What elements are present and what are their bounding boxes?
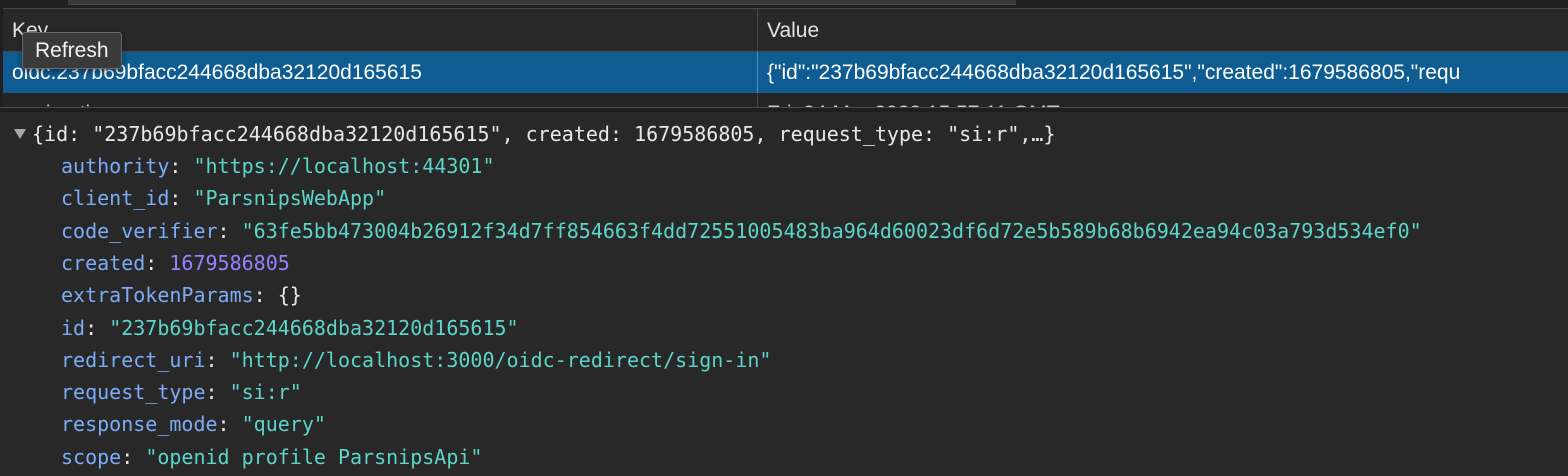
storage-table: Key Value oidc.237b69bfacc244668dba32120… xyxy=(0,8,1568,108)
row-value-cell[interactable]: Fri, 24 Mar 2023 15:57:11 GMT xyxy=(757,94,1568,108)
property-colon: : xyxy=(205,380,230,405)
toolbar-strip xyxy=(0,0,1568,8)
property-line[interactable]: authority: "https://localhost:44301" xyxy=(61,154,495,178)
property-value: "openid profile ParsnipsApi" xyxy=(145,444,483,469)
property-colon: : xyxy=(205,347,230,372)
property-line[interactable]: response_mode: "query" xyxy=(61,412,326,436)
property-line[interactable]: scope: "openid profile ParsnipsApi" xyxy=(61,445,482,469)
table-row-selected[interactable]: oidc.237b69bfacc244668dba32120d165615 {"… xyxy=(3,52,1568,93)
property-value: "ParsnipsWebApp" xyxy=(193,186,387,211)
property-key: response_mode xyxy=(61,412,218,437)
property-value: "query" xyxy=(241,412,326,437)
filter-input[interactable] xyxy=(68,0,1016,5)
object-summary-text: {id: "237b69bfacc244668dba32120d165615",… xyxy=(32,122,1056,146)
property-value: "237b69bfacc244668dba32120d165615" xyxy=(109,315,519,340)
property-key: extraTokenParams xyxy=(61,283,254,308)
property-value: {} xyxy=(277,283,302,308)
refresh-tooltip: Refresh xyxy=(22,32,122,69)
object-summary[interactable]: {id: "237b69bfacc244668dba32120d165615",… xyxy=(14,122,1056,146)
property-line[interactable]: extraTokenParams: {} xyxy=(61,283,302,307)
property-key: request_type xyxy=(61,380,206,405)
property-colon: : xyxy=(121,444,146,469)
property-value: "https://localhost:44301" xyxy=(193,154,495,178)
property-key: scope xyxy=(61,444,122,469)
property-value: "http://localhost:3000/oidc-redirect/sig… xyxy=(229,347,772,372)
expand-triangle-icon[interactable] xyxy=(14,128,26,139)
row-key-cell[interactable]: expiry_time xyxy=(3,94,757,108)
property-key: code_verifier xyxy=(61,218,218,243)
property-value: "si:r" xyxy=(229,380,302,405)
property-value: "63fe5bb473004b26912f34d7ff854663f4dd725… xyxy=(241,218,1422,243)
property-colon: : xyxy=(145,250,170,275)
property-colon: : xyxy=(217,412,242,437)
property-key: client_id xyxy=(61,186,170,211)
property-line[interactable]: id: "237b69bfacc244668dba32120d165615" xyxy=(61,316,519,340)
property-key: redirect_uri xyxy=(61,347,206,372)
property-colon: : xyxy=(169,186,194,211)
property-colon: : xyxy=(253,283,278,308)
property-line[interactable]: created: 1679586805 xyxy=(61,251,290,275)
property-line[interactable]: code_verifier: "63fe5bb473004b26912f34d7… xyxy=(61,219,1422,243)
property-key: created xyxy=(61,250,146,275)
property-line[interactable]: client_id: "ParsnipsWebApp" xyxy=(61,186,386,210)
property-line[interactable]: request_type: "si:r" xyxy=(61,380,302,404)
property-colon: : xyxy=(169,154,194,178)
value-preview-pane: {id: "237b69bfacc244668dba32120d165615",… xyxy=(0,112,1568,476)
table-row[interactable]: expiry_time Fri, 24 Mar 2023 15:57:11 GM… xyxy=(3,94,1568,108)
left-edge xyxy=(0,8,3,107)
property-key: authority xyxy=(61,154,170,178)
property-value: 1679586805 xyxy=(169,250,290,275)
property-colon: : xyxy=(217,218,242,243)
table-header: Key Value xyxy=(0,9,1568,52)
row-value-cell[interactable]: {"id":"237b69bfacc244668dba32120d165615"… xyxy=(757,52,1568,93)
property-line[interactable]: redirect_uri: "http://localhost:3000/oid… xyxy=(61,348,771,372)
column-header-value[interactable]: Value xyxy=(757,9,1568,51)
property-colon: : xyxy=(85,315,110,340)
property-key: id xyxy=(61,315,86,340)
